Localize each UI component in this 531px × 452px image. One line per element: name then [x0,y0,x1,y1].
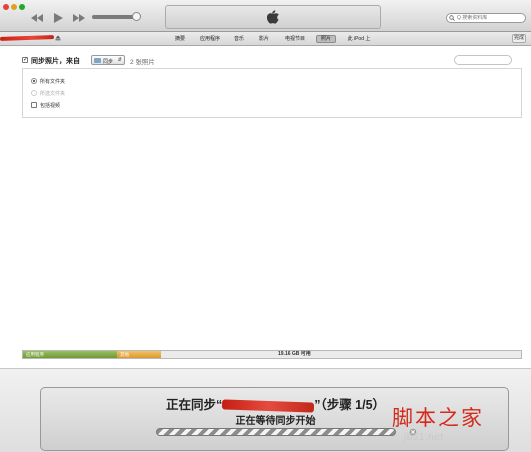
itunes-toolbar [0,0,531,32]
photo-source-value: 同步 [103,59,114,65]
done-button[interactable]: 完成 [512,34,526,43]
watermark-url: jb51.net [404,432,444,443]
capacity-other-segment: 其他 [117,351,161,358]
status-display [165,5,381,29]
tab-music[interactable]: 音乐 [231,35,247,43]
selected-folders-radio[interactable] [31,90,37,96]
select-arrows-icon: ⇵ [117,57,122,63]
photo-sync-header: 同步照片，来自 同步 ⇵ 2 张照片 [22,53,522,67]
tab-on-this-ipod[interactable]: 此 iPod 上 [342,35,376,43]
photo-source-select[interactable]: 同步 ⇵ [91,55,125,65]
sync-photos-label: 同步照片，来自 [31,58,80,65]
tab-apps[interactable]: 应用程序 [196,35,224,43]
sync-options-panel: 所有文件夹 所选文件夹 包括视频 [22,68,522,118]
search-icon [449,15,455,21]
folder-icon [94,58,101,63]
include-videos-checkbox[interactable] [31,102,37,108]
close-window-button[interactable] [3,4,9,10]
photo-count: 2 张照片 [130,59,155,66]
tab-summary[interactable]: 摘要 [170,35,190,43]
sync-photos-checkbox[interactable] [22,56,28,63]
include-videos-label: 包括视频 [40,103,61,109]
tab-movies[interactable]: 影片 [256,35,272,43]
device-name-redacted [0,35,55,41]
all-folders-label: 所有文件夹 [40,79,66,85]
next-track-icon[interactable] [73,14,85,22]
zoom-window-button[interactable] [19,4,25,10]
tab-photos[interactable]: 照片 [316,35,336,43]
tab-tv-shows[interactable]: 电视节目 [281,35,309,43]
device-selector[interactable] [0,35,62,42]
sync-progress-bar [156,428,396,436]
apple-logo-icon [267,10,279,24]
previous-track-icon[interactable] [31,14,43,22]
search-input[interactable] [457,14,523,22]
device-name-redacted [222,399,315,413]
sync-status-title-suffix: ”（步骤 1/5） [314,398,386,412]
sync-status-title-prefix: 正在同步“ [165,398,223,412]
volume-slider[interactable] [92,12,141,21]
all-folders-radio[interactable] [31,78,37,84]
library-search[interactable] [446,13,526,23]
capacity-bar: 应用程序 其他 19.16 GB 可用 [22,350,522,359]
play-icon[interactable] [54,13,63,23]
capacity-free-label: 19.16 GB 可用 [278,351,311,357]
minimize-window-button[interactable] [11,4,17,10]
device-navbar: 摘要 应用程序 音乐 影片 电视节目 照片 此 iPod 上 完成 [0,32,531,46]
capacity-apps-segment: 应用程序 [23,351,117,358]
watermark-title: 脚本之家 [392,406,484,430]
photo-filter-field[interactable] [454,55,512,65]
volume-knob[interactable] [132,12,141,21]
selected-folders-label: 所选文件夹 [40,91,66,97]
playback-controls [28,12,90,24]
site-watermark: 脚本之家 jb51.net [392,402,527,450]
eject-icon[interactable] [55,35,61,41]
